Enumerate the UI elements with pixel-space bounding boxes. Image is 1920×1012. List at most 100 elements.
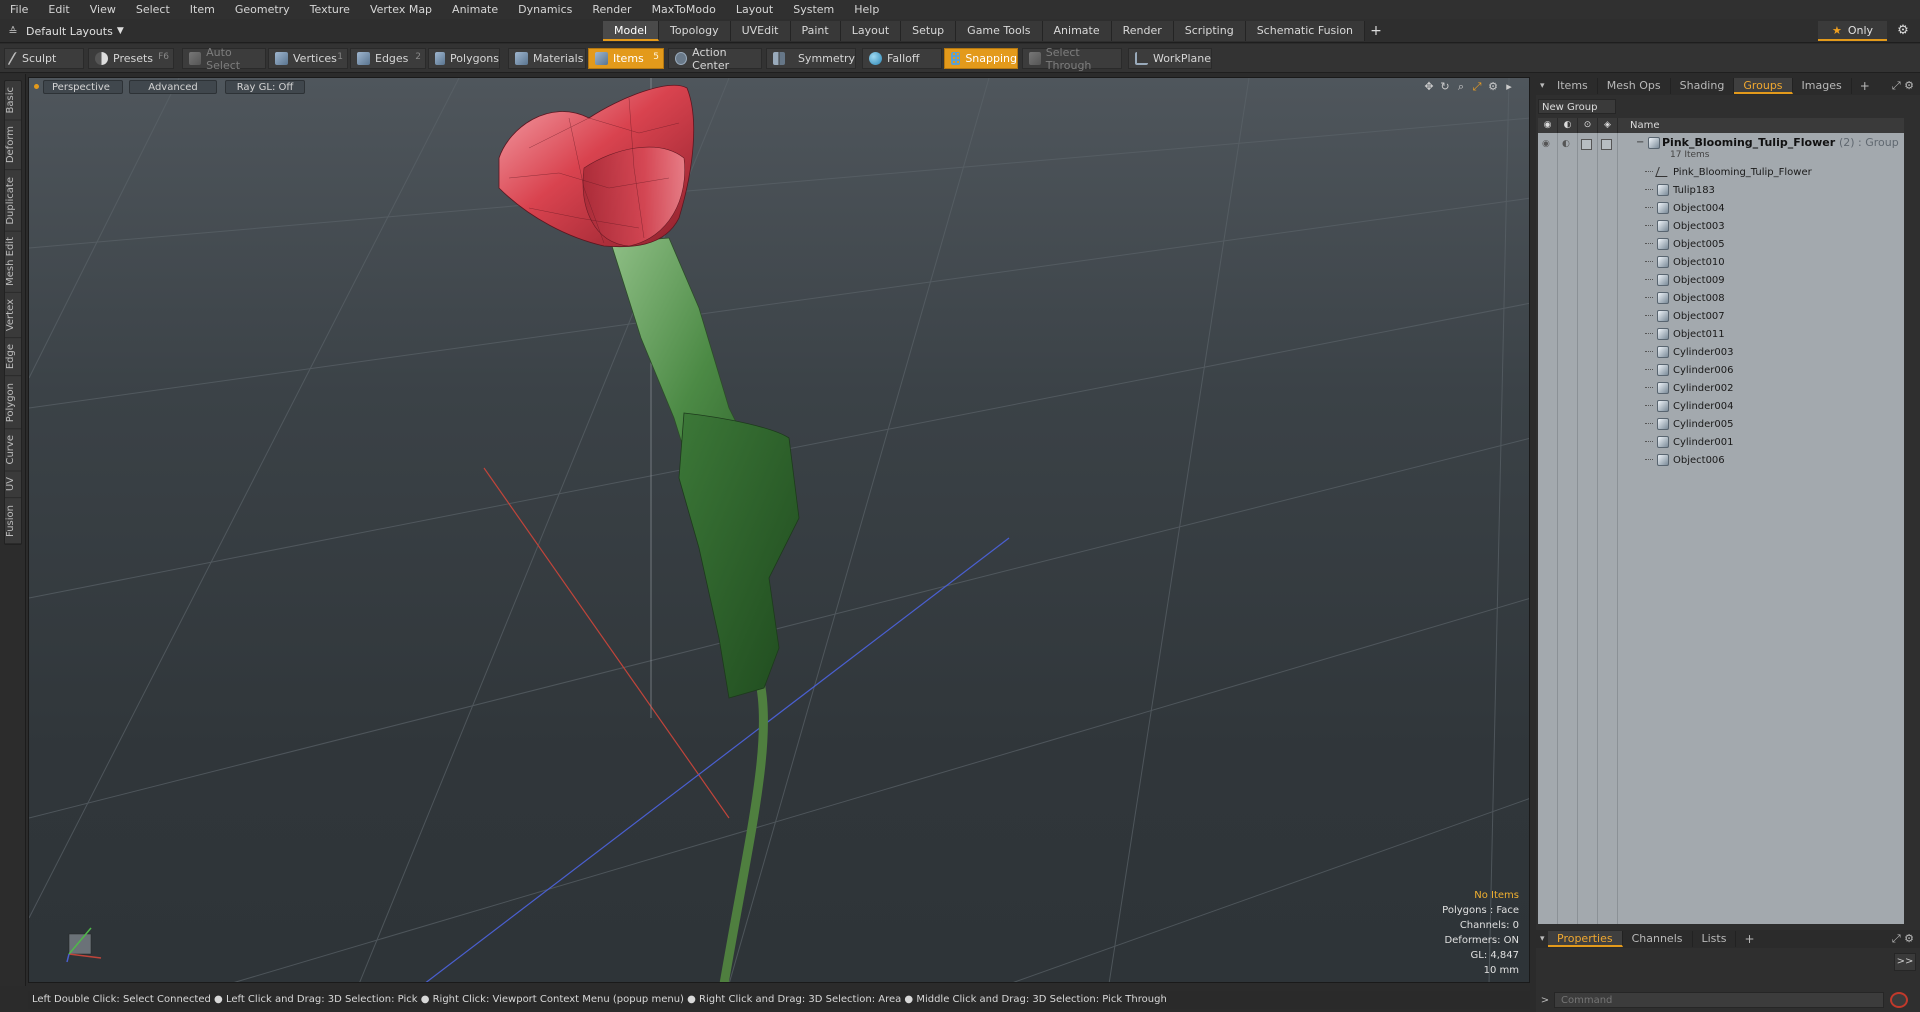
tab-animate[interactable]: Animate — [1042, 21, 1112, 41]
tab-groups[interactable]: Groups — [1734, 78, 1793, 94]
expand-button[interactable]: >> — [1894, 953, 1916, 971]
visibility-column-icon[interactable]: ◉ — [1538, 118, 1558, 133]
snapping-button[interactable]: Snapping — [944, 48, 1018, 69]
panel-settings-icon[interactable]: ⤢ ⚙ — [1892, 932, 1920, 946]
tab-uvedit[interactable]: UVEdit — [730, 21, 791, 41]
new-group-button[interactable]: New Group — [1538, 99, 1616, 114]
presets-button[interactable]: Presets F6 — [88, 48, 174, 69]
command-input[interactable] — [1554, 992, 1884, 1008]
menu-select[interactable]: Select — [126, 0, 180, 19]
add-tab-button[interactable]: + — [1365, 21, 1387, 41]
materials-button[interactable]: Materials — [508, 48, 586, 69]
list-item[interactable]: Object003 — [1538, 217, 1904, 235]
list-item[interactable]: Cylinder002 — [1538, 379, 1904, 397]
shading-dropdown[interactable]: Advanced — [129, 80, 217, 94]
viewport-settings-icon[interactable]: ⚙ — [1487, 80, 1499, 94]
tab-topology[interactable]: Topology — [659, 21, 731, 41]
add-tab-icon[interactable]: + — [1736, 932, 1762, 946]
left-tab-fusion[interactable]: Fusion — [5, 498, 21, 544]
symmetry-button[interactable]: Symmetry — [766, 48, 856, 69]
tab-mesh-ops[interactable]: Mesh Ops — [1598, 78, 1671, 94]
menu-maxtomodo[interactable]: MaxToModo — [642, 0, 726, 19]
left-tab-polygon[interactable]: Polygon — [5, 376, 21, 429]
group-row[interactable]: ◉ ◐ − Pink_Blooming_Tulip_Flower (2) : G… — [1538, 133, 1904, 163]
viewport-menu-icon[interactable] — [34, 84, 39, 89]
move-icon[interactable]: ✥ — [1423, 80, 1435, 94]
tab-game-tools[interactable]: Game Tools — [956, 21, 1043, 41]
select-column-icon[interactable]: ◈ — [1598, 118, 1618, 133]
tab-lists[interactable]: Lists — [1693, 931, 1737, 947]
select-through-button[interactable]: Select Through — [1022, 46, 1122, 72]
lock-column-icon[interactable]: ⊙ — [1578, 118, 1598, 133]
left-tab-basic[interactable]: Basic — [5, 81, 21, 121]
list-item[interactable]: Object004 — [1538, 199, 1904, 217]
edges-button[interactable]: Edges 2 — [350, 48, 426, 69]
name-column-header[interactable]: Name — [1618, 120, 1660, 131]
items-button[interactable]: Items 5 — [588, 48, 664, 69]
list-item[interactable]: Object010 — [1538, 253, 1904, 271]
eye-icon[interactable]: ◉ — [1542, 139, 1550, 149]
left-tab-mesh-edit[interactable]: Mesh Edit — [5, 231, 21, 294]
list-item[interactable]: Cylinder004 — [1538, 397, 1904, 415]
maximize-icon[interactable]: ⤢ — [1471, 80, 1483, 94]
render-toggle-icon[interactable]: ◐ — [1562, 139, 1570, 149]
gear-icon[interactable]: ⚙ — [1893, 21, 1913, 41]
list-item[interactable]: Tulip183 — [1538, 181, 1904, 199]
list-item[interactable]: Object005 — [1538, 235, 1904, 253]
menu-vertex-map[interactable]: Vertex Map — [360, 0, 442, 19]
tab-channels[interactable]: Channels — [1623, 931, 1693, 947]
list-item[interactable]: Object006 — [1538, 451, 1904, 469]
panel-menu-icon[interactable]: ▾ — [1536, 81, 1548, 91]
tab-scripting[interactable]: Scripting — [1173, 21, 1246, 41]
tab-render[interactable]: Render — [1111, 21, 1174, 41]
left-tab-duplicate[interactable]: Duplicate — [5, 170, 21, 232]
play-icon[interactable]: ▸ — [1503, 80, 1515, 94]
tab-items[interactable]: Items — [1548, 78, 1598, 94]
menu-file[interactable]: File — [0, 0, 38, 19]
menu-view[interactable]: View — [80, 0, 126, 19]
add-tab-icon[interactable]: + — [1852, 79, 1878, 93]
menu-texture[interactable]: Texture — [300, 0, 360, 19]
zoom-icon[interactable]: ⌕ — [1455, 80, 1467, 94]
tab-paint[interactable]: Paint — [790, 21, 841, 41]
tab-shading[interactable]: Shading — [1671, 78, 1735, 94]
tab-properties[interactable]: Properties — [1548, 931, 1623, 947]
vertices-button[interactable]: Vertices 1 — [268, 48, 348, 69]
panel-settings-icon[interactable]: ⤢ ⚙ — [1892, 79, 1920, 93]
tab-layout[interactable]: Layout — [840, 21, 902, 41]
list-item[interactable]: Cylinder006 — [1538, 361, 1904, 379]
tab-model[interactable]: Model — [603, 21, 660, 41]
lock-checkbox[interactable] — [1581, 139, 1592, 150]
list-item[interactable]: Object008 — [1538, 289, 1904, 307]
only-button[interactable]: ★ Only — [1818, 21, 1887, 41]
render-column-icon[interactable]: ◐ — [1558, 118, 1578, 133]
tab-schematic-fusion[interactable]: Schematic Fusion — [1245, 21, 1366, 41]
left-tab-deform[interactable]: Deform — [5, 120, 21, 171]
menu-dynamics[interactable]: Dynamics — [508, 0, 582, 19]
select-checkbox[interactable] — [1601, 139, 1612, 150]
list-item[interactable]: Cylinder003 — [1538, 343, 1904, 361]
raygl-toggle[interactable]: Ray GL: Off — [225, 80, 305, 94]
menu-layout[interactable]: Layout — [726, 0, 783, 19]
menu-system[interactable]: System — [783, 0, 844, 19]
menu-render[interactable]: Render — [582, 0, 641, 19]
layout-selector[interactable]: ≙ Default Layouts ▼ — [0, 19, 160, 43]
collapse-icon[interactable]: − — [1636, 137, 1644, 148]
tab-images[interactable]: Images — [1793, 78, 1852, 94]
list-item[interactable]: Cylinder001 — [1538, 433, 1904, 451]
workplane-button[interactable]: WorkPlane — [1128, 48, 1212, 69]
polygons-button[interactable]: Polygons — [428, 48, 500, 69]
viewport-scene[interactable] — [29, 78, 1530, 983]
left-tab-vertex[interactable]: Vertex — [5, 293, 21, 339]
rotate-icon[interactable]: ↻ — [1439, 80, 1451, 94]
menu-help[interactable]: Help — [844, 0, 889, 19]
menu-item[interactable]: Item — [180, 0, 225, 19]
command-history-icon[interactable] — [1890, 992, 1908, 1008]
list-item[interactable]: Object007 — [1538, 307, 1904, 325]
sculpt-button[interactable]: Sculpt — [4, 48, 84, 69]
list-item[interactable]: Pink_Blooming_Tulip_Flower — [1538, 163, 1904, 181]
3d-viewport[interactable]: Perspective Advanced Ray GL: Off ✥ ↻ ⌕ ⤢… — [28, 77, 1530, 983]
left-tab-curve[interactable]: Curve — [5, 428, 21, 472]
auto-select-button[interactable]: Auto Select — [182, 46, 266, 72]
menu-edit[interactable]: Edit — [38, 0, 79, 19]
